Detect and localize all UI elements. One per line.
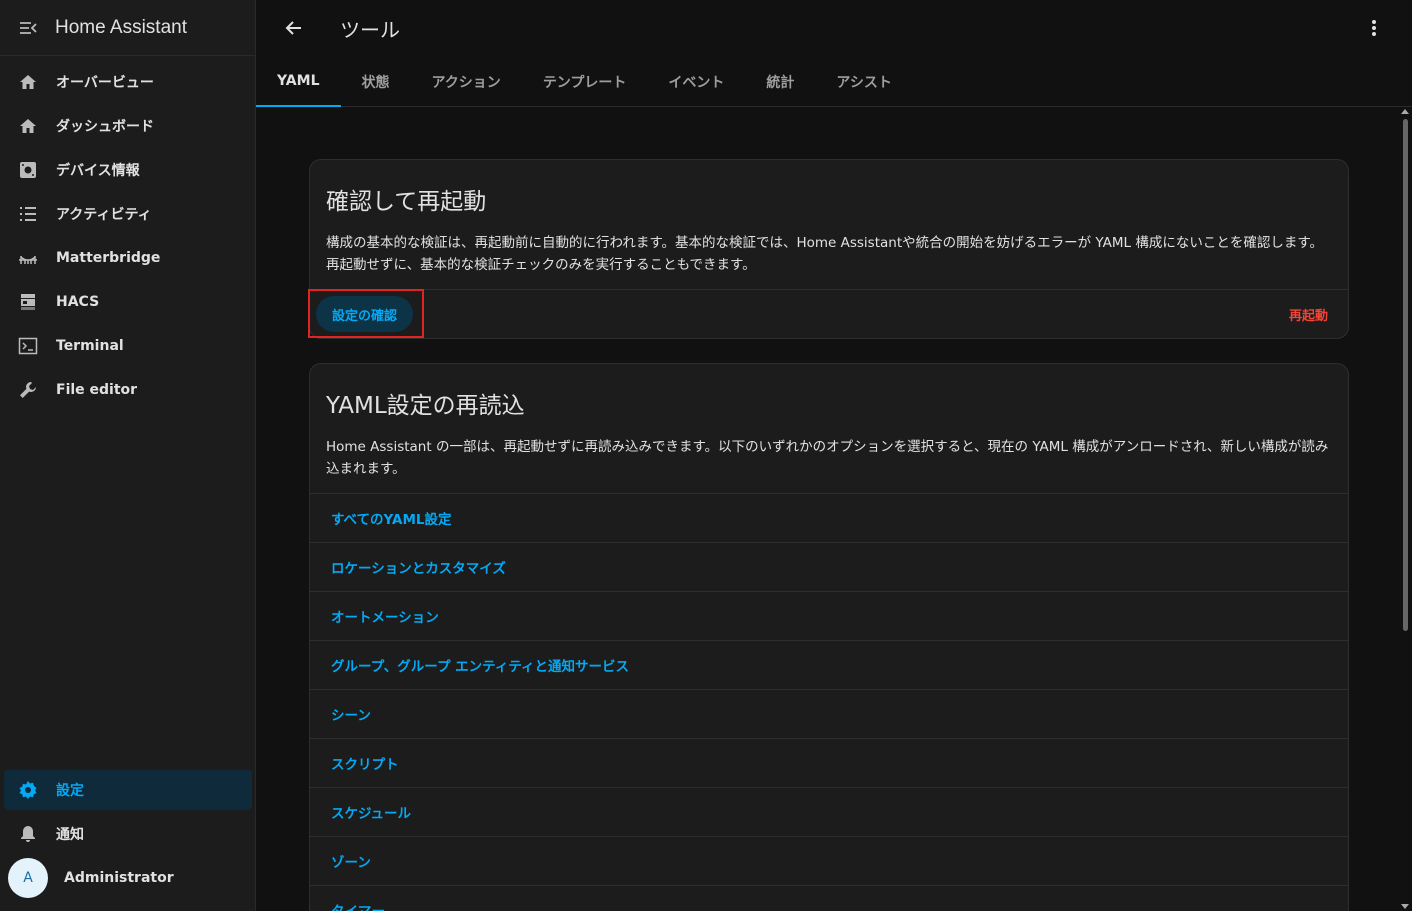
app-title: Home Assistant bbox=[55, 16, 187, 38]
card-actions: 設定の確認 再起動 bbox=[308, 289, 1348, 338]
sidebar-header: Home Assistant bbox=[0, 0, 255, 56]
scroll-down-icon[interactable] bbox=[1401, 904, 1409, 909]
sidebar-item-hacs[interactable]: HACS bbox=[4, 282, 252, 322]
sidebar-item-matterbridge[interactable]: Matterbridge bbox=[4, 238, 252, 278]
restart-button[interactable]: 再起動 bbox=[1289, 305, 1328, 324]
tab-yaml[interactable]: YAML bbox=[256, 56, 341, 107]
reload-list: すべてのYAML設定 ロケーションとカスタマイズ オートメーション グループ、グ… bbox=[310, 493, 1348, 911]
main-content: 確認して再起動 構成の基本的な検証は、再起動前に自動的に行われます。基本的な検証… bbox=[256, 107, 1412, 911]
sidebar-item-label: 設定 bbox=[56, 783, 84, 799]
tab-bar: YAML 状態 アクション テンプレート イベント 統計 アシスト bbox=[256, 56, 1412, 107]
avatar: A bbox=[8, 858, 48, 898]
sidebar-item-terminal[interactable]: Terminal bbox=[4, 326, 252, 366]
reload-item-automations[interactable]: オートメーション bbox=[310, 591, 1348, 640]
tab-assist[interactable]: アシスト bbox=[815, 56, 912, 107]
more-vertical-icon[interactable] bbox=[1362, 16, 1386, 40]
wrench-icon bbox=[18, 380, 38, 400]
card-title: YAML設定の再読込 bbox=[326, 393, 525, 419]
sidebar-item-label: オーバービュー bbox=[56, 75, 154, 91]
card-title: 確認して再起動 bbox=[326, 189, 487, 215]
sidebar-item-settings[interactable]: 設定 bbox=[4, 770, 252, 810]
reload-item-zones[interactable]: ゾーン bbox=[310, 836, 1348, 885]
sidebar-item-activity[interactable]: アクティビティ bbox=[4, 194, 252, 234]
top-bar: ツール bbox=[256, 0, 1412, 56]
check-restart-card: 確認して再起動 構成の基本的な検証は、再起動前に自動的に行われます。基本的な検証… bbox=[308, 159, 1349, 339]
menu-icon[interactable] bbox=[18, 18, 38, 38]
user-name: Administrator bbox=[64, 870, 174, 886]
device-icon bbox=[18, 160, 38, 180]
tab-statistics[interactable]: 統計 bbox=[745, 56, 815, 107]
reload-item-location[interactable]: ロケーションとカスタマイズ bbox=[310, 542, 1348, 591]
home-icon bbox=[18, 72, 38, 92]
sidebar: Home Assistant オーバービュー ダッシュボード デバイス情報 アク… bbox=[0, 0, 256, 911]
tab-events[interactable]: イベント bbox=[647, 56, 745, 107]
sidebar-item-dashboard[interactable]: ダッシュボード bbox=[4, 106, 252, 146]
tab-actions[interactable]: アクション bbox=[411, 56, 522, 107]
sidebar-item-overview[interactable]: オーバービュー bbox=[4, 62, 252, 102]
reload-item-scripts[interactable]: スクリプト bbox=[310, 738, 1348, 787]
sidebar-item-label: ダッシュボード bbox=[56, 119, 154, 135]
scroll-up-icon[interactable] bbox=[1401, 109, 1409, 114]
reload-item-schedules[interactable]: スケジュール bbox=[310, 787, 1348, 836]
sidebar-item-profile[interactable]: A Administrator bbox=[4, 858, 252, 898]
sidebar-item-label: アクティビティ bbox=[56, 207, 152, 223]
home-icon bbox=[18, 116, 38, 136]
sidebar-item-label: デバイス情報 bbox=[56, 163, 140, 179]
terminal-icon bbox=[18, 336, 38, 356]
sidebar-item-notifications[interactable]: 通知 bbox=[4, 814, 252, 854]
card-description: Home Assistant の一部は、再起動せずに再読み込みできます。以下のい… bbox=[326, 439, 1329, 477]
sidebar-item-label: File editor bbox=[56, 382, 138, 398]
bell-icon bbox=[18, 824, 38, 844]
check-config-button[interactable]: 設定の確認 bbox=[316, 296, 414, 332]
sidebar-item-label: HACS bbox=[56, 294, 100, 310]
yaml-reload-card: YAML設定の再読込 Home Assistant の一部は、再起動せずに再読み… bbox=[309, 363, 1349, 911]
scrollbar[interactable] bbox=[1403, 119, 1408, 631]
page-title: ツール bbox=[340, 17, 400, 42]
hacs-icon bbox=[18, 292, 38, 312]
reload-item-timers[interactable]: タイマー bbox=[310, 885, 1348, 911]
list-icon bbox=[18, 204, 38, 224]
sidebar-item-label: Terminal bbox=[56, 338, 124, 354]
tab-states[interactable]: 状態 bbox=[341, 56, 411, 107]
sidebar-item-file-editor[interactable]: File editor bbox=[4, 370, 252, 410]
tab-template[interactable]: テンプレート bbox=[522, 56, 648, 107]
sidebar-item-devices[interactable]: デバイス情報 bbox=[4, 150, 252, 190]
back-arrow-icon[interactable] bbox=[282, 16, 306, 40]
sidebar-item-label: 通知 bbox=[56, 827, 84, 843]
reload-item-scenes[interactable]: シーン bbox=[310, 689, 1348, 738]
card-description: 構成の基本的な検証は、再起動前に自動的に行われます。基本的な検証では、Home … bbox=[326, 235, 1323, 273]
reload-item-all[interactable]: すべてのYAML設定 bbox=[310, 493, 1348, 542]
bridge-icon bbox=[18, 248, 38, 268]
gear-icon bbox=[18, 780, 38, 800]
sidebar-item-label: Matterbridge bbox=[56, 250, 161, 266]
reload-item-groups[interactable]: グループ、グループ エンティティと通知サービス bbox=[310, 640, 1348, 689]
